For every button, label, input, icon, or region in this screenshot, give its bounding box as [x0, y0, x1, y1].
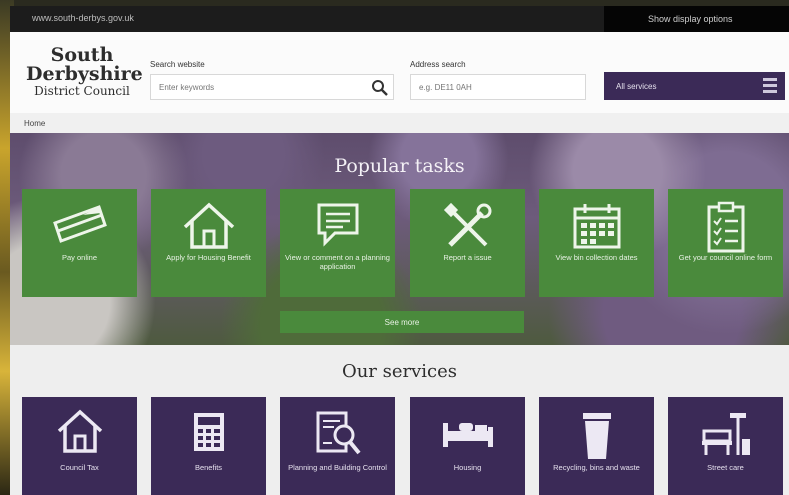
search-icon[interactable]: [371, 79, 389, 97]
site-url[interactable]: www.south-derbys.gov.uk: [32, 13, 134, 23]
breadcrumb: Home: [10, 113, 789, 133]
breadcrumb-home-link[interactable]: Home: [24, 119, 45, 128]
council-logo[interactable]: South Derbyshire District Council: [26, 44, 143, 99]
service-tile-housing[interactable]: Housing: [410, 397, 525, 495]
popular-tasks-title: Popular tasks: [334, 155, 465, 177]
search-field[interactable]: [150, 74, 394, 100]
task-label: Pay online: [61, 253, 98, 262]
calendar-icon: [573, 204, 620, 249]
service-tile-recycling[interactable]: Recycling, bins and waste: [539, 397, 654, 495]
address-search-field[interactable]: [410, 74, 586, 100]
task-tile-bin-dates[interactable]: View bin collection dates: [539, 189, 654, 297]
our-services-title: Our services: [341, 361, 458, 382]
logo-line-1: South: [50, 44, 114, 66]
service-label: Street care: [707, 463, 744, 472]
browser-page: www.south-derbys.gov.uk Show display opt…: [10, 6, 789, 495]
service-tile-benefits[interactable]: Benefits: [151, 397, 266, 495]
logo-line-3: District Council: [34, 84, 130, 98]
bench-icon: [701, 413, 750, 455]
address-search-label: Address search: [410, 60, 466, 69]
display-options-button[interactable]: Show display options: [604, 6, 789, 32]
bin-icon: [582, 413, 611, 459]
service-label: Council Tax: [60, 463, 99, 472]
service-label: Planning and Building Control: [288, 463, 387, 472]
payment-card-icon: [52, 205, 107, 243]
site-header: South Derbyshire District Council Search…: [10, 32, 789, 118]
task-label: Report a issue: [443, 253, 492, 262]
search-input[interactable]: [151, 75, 361, 99]
house-icon: [183, 202, 234, 249]
all-services-button[interactable]: All services: [604, 72, 785, 100]
see-more-button[interactable]: See more: [280, 311, 524, 333]
task-tile-pay-online[interactable]: Pay online: [22, 189, 137, 297]
address-search-input[interactable]: [411, 75, 581, 99]
house-icon: [57, 409, 102, 453]
calculator-icon: [193, 413, 224, 451]
menu-icon: [763, 78, 777, 94]
task-tile-housing-benefit[interactable]: Apply for Housing Benefit: [151, 189, 266, 297]
service-label: Housing: [453, 463, 482, 472]
search-label: Search website: [150, 60, 205, 69]
logo-line-2: Derbyshire: [26, 63, 143, 85]
bed-icon: [442, 423, 493, 447]
popular-tasks-hero: Popular tasks Pay online Apply for Housi…: [10, 133, 789, 345]
our-services-section: Our services Council Tax Benefits Planni…: [10, 345, 789, 495]
task-tile-planning-comment[interactable]: View or comment on a planning applicatio…: [280, 189, 395, 297]
comment-icon: [317, 203, 358, 247]
service-tile-planning[interactable]: Planning and Building Control: [280, 397, 395, 495]
document-search-icon: [316, 411, 361, 455]
task-tile-online-form[interactable]: Get your council online form: [668, 189, 783, 297]
task-label: View bin collection dates: [555, 253, 638, 262]
service-tile-street-care[interactable]: Street care: [668, 397, 783, 495]
task-tile-report-issue[interactable]: Report a issue: [410, 189, 525, 297]
task-label: View or comment on a planning applicatio…: [285, 253, 390, 271]
task-label: Apply for Housing Benefit: [166, 253, 251, 262]
service-tile-council-tax[interactable]: Council Tax: [22, 397, 137, 495]
top-bar: www.south-derbys.gov.uk Show display opt…: [10, 6, 789, 32]
service-label: Benefits: [194, 463, 223, 472]
tools-icon: [443, 202, 491, 247]
all-services-label: All services: [616, 82, 657, 91]
task-label: Get your council online form: [678, 253, 773, 262]
service-label: Recycling, bins and waste: [553, 463, 640, 472]
checklist-icon: [707, 201, 744, 253]
